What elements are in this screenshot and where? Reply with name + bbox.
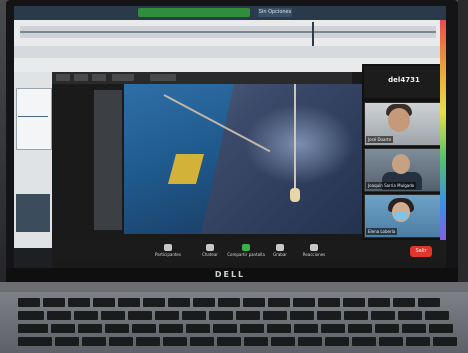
background-thumbnail: [16, 194, 50, 232]
keyboard-row-2: [18, 311, 449, 320]
chat-button[interactable]: Chatear: [190, 242, 230, 260]
participants-button[interactable]: Participantes: [148, 242, 188, 260]
toolbar-button-2[interactable]: [74, 74, 88, 81]
background-chart-window: [16, 88, 52, 150]
keyboard-row-4: [18, 337, 457, 346]
laptop-brand-logo: DELL: [214, 270, 246, 279]
toolbar-button-4[interactable]: [112, 74, 134, 81]
timeline-toolbar: [14, 46, 446, 58]
laptop-screen: Sin Opciones del4731 José Duarte Joaquín…: [14, 6, 446, 268]
toolbar-button-3[interactable]: [92, 74, 106, 81]
participant-2-name: Joaquín Sarria Mulgado: [366, 182, 417, 189]
timeline-waveform: [20, 31, 436, 33]
hanging-rope: [294, 84, 296, 194]
keyboard-row-3: [18, 324, 453, 333]
participant-1-face: [388, 108, 410, 132]
participant-2-face: [392, 154, 410, 174]
keyboard-row-1: [18, 298, 440, 307]
hanging-buoy: [290, 188, 300, 202]
participant-3-face-mask: [394, 212, 408, 220]
shared-video-footage: [124, 84, 362, 234]
dock-app-icons[interactable]: [440, 20, 446, 250]
active-speaker-name: del4731: [388, 76, 420, 84]
share-screen-icon: [242, 244, 250, 251]
participant-3-name: Elena Lobería: [366, 228, 398, 235]
toolbar-button-1[interactable]: [56, 74, 70, 81]
photo-right-edge: [458, 0, 468, 290]
record-icon: [276, 244, 284, 251]
toolbar-button-5[interactable]: [150, 74, 176, 81]
meeting-top-toolbar: [52, 72, 352, 84]
participant-1-name: José Duarte: [366, 136, 394, 143]
leave-meeting-button[interactable]: Salir: [410, 246, 432, 257]
laptop-hinge: [0, 282, 468, 292]
view-options-button[interactable]: Sin Opciones: [258, 8, 292, 17]
shared-screen-side-strip: [94, 90, 122, 230]
reactions-icon: [310, 244, 318, 251]
background-chart-line: [18, 116, 48, 117]
participants-icon: [164, 244, 172, 251]
sea-reflection: [244, 104, 354, 184]
reactions-button[interactable]: Reacciones: [294, 242, 334, 260]
screen-share-banner[interactable]: [138, 8, 250, 17]
chat-icon: [206, 244, 214, 251]
